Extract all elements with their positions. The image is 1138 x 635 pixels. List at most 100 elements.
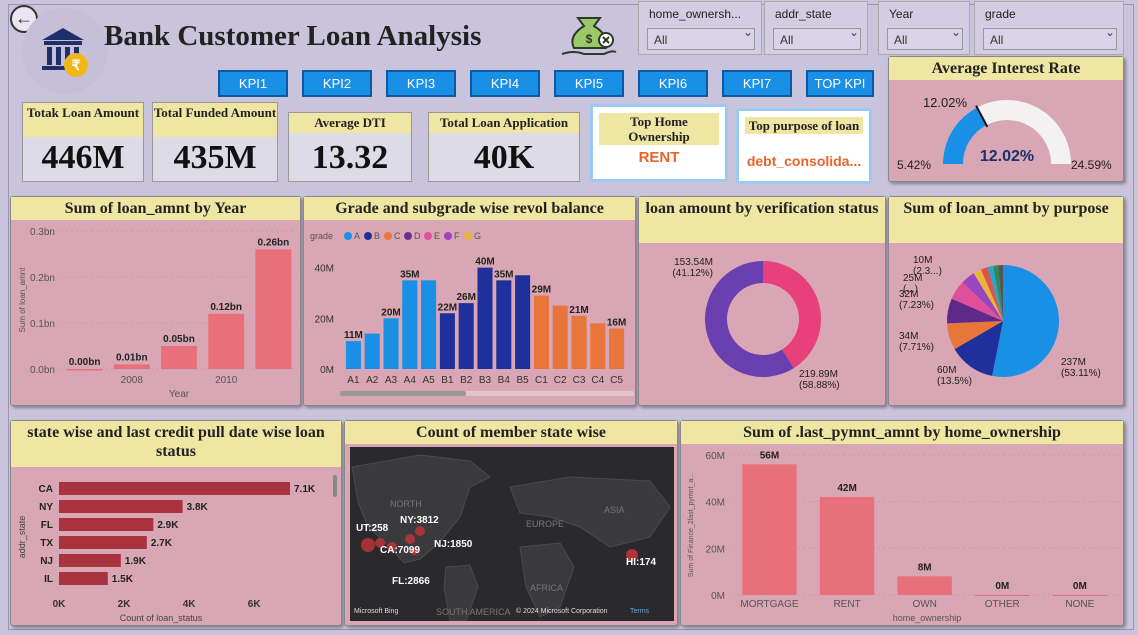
- data-label: 2.9K: [157, 520, 179, 531]
- data-label: 0M: [1073, 581, 1087, 592]
- card-top-home-ownership: Top Home Ownership RENT: [590, 104, 728, 182]
- slicer-home-ownership[interactable]: home_ownersh... All ⌄: [638, 1, 762, 55]
- data-label: 26M: [456, 292, 475, 303]
- data-label: 20M: [381, 307, 400, 318]
- card-title: Average DTI: [289, 113, 411, 133]
- bar: [897, 576, 952, 595]
- page-title: Bank Customer Loan Analysis: [104, 20, 482, 52]
- legend-label: A: [354, 231, 360, 241]
- x-tick-label: 2008: [121, 375, 144, 386]
- chevron-down-icon[interactable]: ⌄: [951, 25, 961, 39]
- gauge-max-label: 24.59%: [1071, 158, 1112, 172]
- bar: [552, 305, 568, 369]
- kpi7-button[interactable]: KPI7: [722, 70, 792, 97]
- bar: [571, 315, 587, 369]
- bar: [66, 369, 103, 371]
- map-terms-link[interactable]: Terms: [630, 608, 650, 615]
- bar: [208, 313, 245, 369]
- x-tick-label: C4: [591, 375, 604, 386]
- legend-marker: [364, 232, 372, 240]
- kpi1-button[interactable]: KPI1: [218, 70, 288, 97]
- slicer-addr-state[interactable]: addr_state All ⌄: [764, 1, 868, 55]
- card-value: 435M: [173, 139, 257, 176]
- data-label: 35M: [400, 269, 419, 280]
- data-label: 1.5K: [112, 574, 134, 585]
- legend-marker: [444, 232, 452, 240]
- map-bubble[interactable]: [361, 538, 375, 552]
- y-tick-label: FL: [41, 520, 53, 531]
- panel-grade-subgrade: Grade and subgrade wise revol balance gr…: [303, 196, 636, 406]
- x-tick-label: A5: [422, 375, 435, 386]
- x-tick-label: B1: [441, 375, 454, 386]
- data-label: 0.01bn: [116, 352, 148, 363]
- slice-label: 237M (53.11%): [1061, 357, 1101, 379]
- map-attribution-left: Microsoft Bing: [354, 608, 398, 615]
- top-kpi-button[interactable]: TOP KPI: [806, 70, 874, 97]
- slicer-label: addr_state: [775, 7, 832, 21]
- chevron-down-icon[interactable]: ⌄: [743, 25, 753, 39]
- panel-verification-status: loan amount by verification status 153.5…: [638, 196, 886, 406]
- slicer-dropdown[interactable]: All: [983, 28, 1117, 50]
- kpi6-button[interactable]: KPI6: [638, 70, 708, 97]
- chart-title: loan amount by verification status: [639, 197, 885, 243]
- money-bag-hand-icon: $: [561, 17, 617, 55]
- x-tick-label: OTHER: [985, 599, 1020, 610]
- data-label: 7.1K: [294, 484, 316, 495]
- panel-last-payment-home: Sum of .last_pymnt_amnt by home_ownershi…: [680, 420, 1124, 626]
- rupee-symbol: ₹: [72, 57, 81, 73]
- kpi5-button[interactable]: KPI5: [554, 70, 624, 97]
- scrollbar-thumb[interactable]: [340, 391, 466, 396]
- map-region-label: ASIA: [604, 505, 625, 515]
- x-tick-label: A4: [404, 375, 417, 386]
- kpi4-button[interactable]: KPI4: [470, 70, 540, 97]
- card-title: Top Home Ownership: [599, 113, 719, 145]
- map-bubble[interactable]: [405, 534, 415, 544]
- gauge-chart: 12.02% 12.02% 5.42% 24.59%: [897, 95, 1112, 172]
- slicer-year[interactable]: Year All ⌄: [878, 1, 970, 55]
- y-tick-label: 0.2bn: [30, 273, 55, 284]
- y-tick-label: 0.3bn: [30, 227, 55, 238]
- x-tick-label: 2010: [215, 375, 238, 386]
- map-region-label: AFRICA: [530, 583, 563, 593]
- map-bubble[interactable]: [415, 526, 425, 536]
- data-label: 42M: [837, 483, 856, 494]
- map-label: HI:174: [626, 557, 656, 568]
- slicer-grade[interactable]: grade All ⌄: [974, 1, 1124, 55]
- bar: [345, 341, 361, 369]
- card-total-loan-amount: Totak Loan Amount 446M: [22, 102, 144, 182]
- slicer-dropdown[interactable]: All: [647, 28, 755, 50]
- card-title: Total Funded Amount: [153, 103, 277, 137]
- panel-member-map: Count of member state wise NORTH EUROPE …: [344, 420, 678, 626]
- data-label: 40M: [475, 257, 494, 268]
- map-label: NY:3812: [400, 515, 439, 526]
- y-axis-label: Sum of Finance_2last_pymnt_a...: [688, 473, 695, 577]
- data-label: 35M: [494, 269, 513, 280]
- x-tick-label: 6K: [248, 599, 262, 610]
- map-chart[interactable]: NORTH EUROPE ASIA AFRICA SOUTH AMERICA N…: [350, 447, 674, 621]
- data-label: 2.7K: [151, 538, 173, 549]
- y-tick-label: 0.0bn: [30, 365, 55, 376]
- card-value: RENT: [638, 149, 680, 166]
- x-tick-label: C1: [535, 375, 548, 386]
- card-value: 446M: [41, 139, 125, 176]
- slice-label: 219.89M (58.88%): [799, 369, 840, 391]
- y-tick-label: 0M: [320, 365, 334, 376]
- kpi2-button[interactable]: KPI2: [302, 70, 372, 97]
- chart-verification-status: 153.54M (41.12%) 219.89M (58.88%): [672, 257, 840, 391]
- chevron-down-icon[interactable]: ⌄: [849, 25, 859, 39]
- bank-logo: ₹: [22, 8, 108, 94]
- legend-title: grade: [310, 231, 333, 241]
- x-tick-label: RENT: [833, 599, 860, 610]
- chart-title: state wise and last credit pull date wis…: [11, 421, 341, 467]
- y-tick-label: 0.1bn: [30, 319, 55, 330]
- map-label: UT:258: [356, 523, 389, 534]
- chevron-down-icon[interactable]: ⌄: [1105, 25, 1115, 39]
- bar: [113, 364, 150, 369]
- bar: [421, 280, 437, 369]
- kpi3-button[interactable]: KPI3: [386, 70, 456, 97]
- slicer-dropdown[interactable]: All: [773, 28, 861, 50]
- card-title: Top purpose of loan: [745, 117, 863, 134]
- bar: [161, 346, 197, 369]
- gauge-min-label: 5.42%: [897, 158, 931, 172]
- scrollbar-thumb[interactable]: [333, 475, 337, 497]
